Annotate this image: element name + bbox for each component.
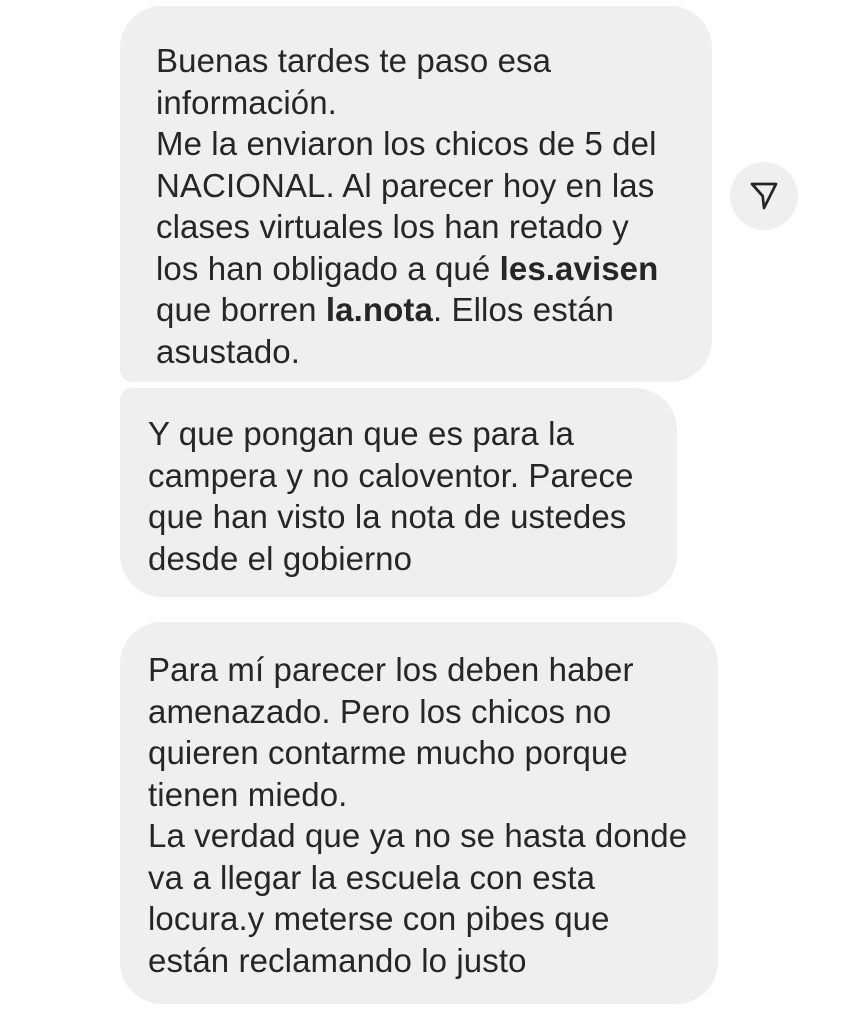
message-text-segment: desde el gobierno [148,539,413,577]
message-line: Y que pongan que es para la [148,413,659,455]
message-text-segment: que han visto la nota de ustedes [148,498,627,535]
message-line: tienen miedo. [148,774,700,816]
message-line: amenazado. Pero los chicos no [148,691,700,733]
message-line: que borren la.nota. Ellos están [156,289,692,331]
message-text-segment: información. [156,83,337,121]
message-text-segment: Buenas tardes te paso esa [156,42,552,79]
message-text-segment: va a llegar la escuela con esta [148,858,596,896]
message-text: Y que pongan que es para la campera y no … [148,413,659,579]
message-text-segment: los han obligado a qué [156,249,500,287]
message-text-segment: tienen miedo. [148,775,348,813]
message-line: NACIONAL. Al parecer hoy en las [156,165,692,207]
message-line: información. [156,82,692,124]
message-line: están reclamando lo justo [148,940,700,982]
message-bubble-3[interactable]: Para mí parecer los deben haber amenazado… [120,622,718,1004]
message-text-segment: Para mí parecer los deben haber [148,651,634,688]
message-line: quieren contarme mucho porque [148,732,700,774]
message-text-segment: están reclamando lo justo [148,941,527,979]
message-text-segment: campera y no caloventor. Parece [148,456,634,494]
message-line: locura.y meterse con pibes que [148,898,700,940]
message-text-segment: amenazado. Pero los chicos no [148,692,612,730]
message-line: Buenas tardes te paso esa [156,40,692,82]
message-line: los han obligado a qué les.avisen [156,248,692,290]
message-line: que han visto la nota de ustedes [148,496,659,538]
message-text: Buenas tardes te paso esa información. Me … [156,40,692,372]
share-message-button[interactable] [730,162,798,230]
message-line: La verdad que ya no se hasta donde [148,815,700,857]
message-text-segment: La verdad que ya no se hasta donde [148,817,688,854]
message-bubble-1[interactable]: Buenas tardes te paso esa información. Me … [120,6,712,382]
message-line: va a llegar la escuela con esta [148,857,700,899]
message-line: Para mí parecer los deben haber [148,649,700,691]
message-text-segment: clases virtuales los han retado y [156,208,629,245]
message-text: Para mí parecer los deben haber amenazado… [148,649,700,981]
message-text-segment: Y que pongan que es para la [148,415,574,452]
message-text-segment: . Ellos están [432,291,615,328]
message-bubble-2[interactable]: Y que pongan que es para la campera y no … [120,388,677,597]
message-text-segment: locura.y meterse con pibes que [148,900,610,937]
message-text-segment: quieren contarme mucho porque [148,734,628,771]
message-text-segment: Me la enviaron los chicos de 5 del [156,125,657,162]
bold-text: la.nota [325,291,433,328]
message-line: Me la enviaron los chicos de 5 del [156,123,692,165]
message-line: campera y no caloventor. Parece [148,455,659,497]
send-icon [750,182,778,210]
message-text-segment: asustado. [156,332,301,370]
message-line: desde el gobierno [148,538,659,580]
message-text-segment: NACIONAL. Al parecer hoy en las [156,166,655,204]
message-text-segment: que borren [156,291,326,328]
message-line: asustado. [156,331,692,373]
message-line: clases virtuales los han retado y [156,206,692,248]
bold-text: les.avisen [499,249,659,287]
